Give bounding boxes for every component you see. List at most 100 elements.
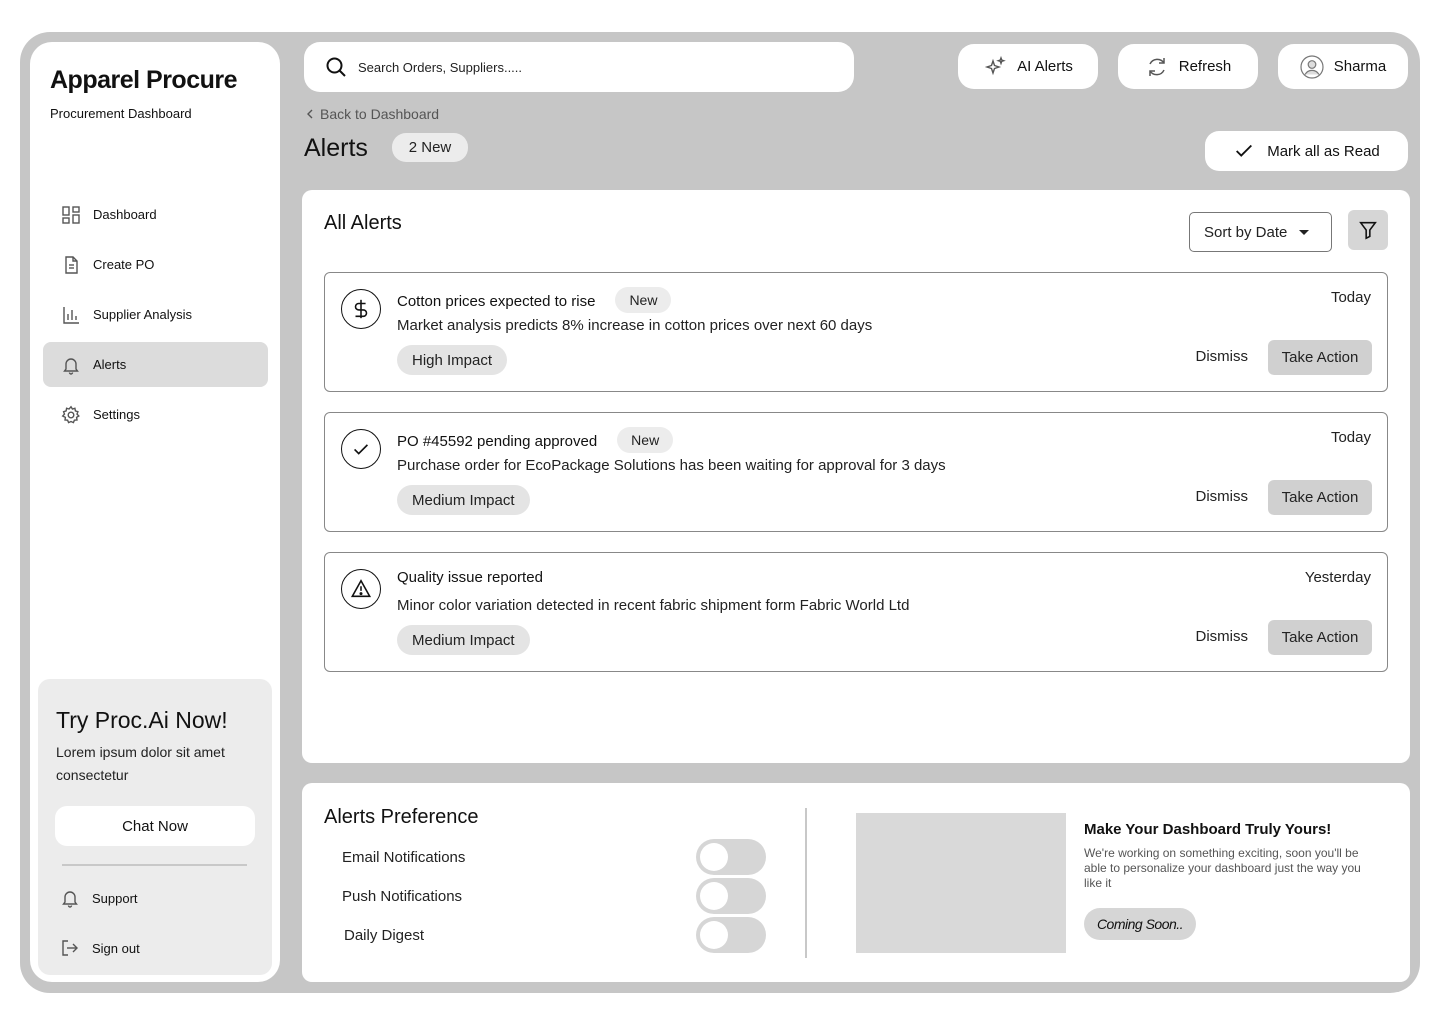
bell-icon xyxy=(63,357,79,375)
email-notifications-label: Email Notifications xyxy=(342,849,466,866)
alert-title-row: Cotton prices expected to rise New xyxy=(397,287,672,313)
alert-time: Yesterday xyxy=(1304,569,1371,586)
document-icon xyxy=(65,255,78,274)
page-title: Alerts xyxy=(304,134,368,162)
new-count-badge: 2 New xyxy=(392,133,468,162)
take-action-button[interactable]: Take Action xyxy=(1268,340,1372,375)
customize-title: Make Your Dashboard Truly Yours! xyxy=(1084,821,1332,838)
impact-badge: Medium Impact xyxy=(397,625,530,655)
sign-out-label: Sign out xyxy=(92,940,140,956)
sidebar-item-label: Alerts xyxy=(93,357,127,372)
alerts-preference-panel: Alerts Preference Email Notifications Pu… xyxy=(302,783,1410,982)
toggle-knob xyxy=(700,921,728,949)
user-name: Sharma xyxy=(1333,58,1387,75)
chat-now-button[interactable]: Chat Now xyxy=(55,806,255,846)
sidebar-item-label: Dashboard xyxy=(93,207,157,222)
new-badge: New xyxy=(615,287,672,313)
search-icon xyxy=(326,57,346,77)
alert-title: PO #45592 pending approved xyxy=(397,432,598,450)
search-bar[interactable] xyxy=(304,42,854,92)
sidebar-item-label: Create PO xyxy=(93,257,155,272)
dismiss-button[interactable]: Dismiss xyxy=(1196,488,1249,505)
filter-button[interactable] xyxy=(1348,210,1388,250)
email-notifications-toggle[interactable] xyxy=(696,839,766,875)
caret-down-icon xyxy=(1299,229,1310,235)
ai-alerts-label: AI Alerts xyxy=(1017,58,1073,75)
refresh-label: Refresh xyxy=(1178,58,1232,75)
sidebar-item-supplier-analysis[interactable]: Supplier Analysis xyxy=(43,292,268,337)
sign-out-link[interactable]: Sign out xyxy=(54,930,254,966)
alert-time: Today xyxy=(1330,289,1371,306)
push-notifications-label: Push Notifications xyxy=(342,888,463,905)
chevron-left-icon xyxy=(307,109,313,119)
brand-name: Apparel Procure xyxy=(50,66,238,94)
dismiss-button[interactable]: Dismiss xyxy=(1196,628,1249,645)
pref-title: Alerts Preference xyxy=(324,806,479,828)
alert-description: Market analysis predicts 8% increase in … xyxy=(397,317,873,334)
avatar-icon xyxy=(1300,54,1324,79)
refresh-button[interactable]: Refresh xyxy=(1118,44,1258,89)
toggle-knob xyxy=(700,882,728,910)
support-link[interactable]: Support xyxy=(54,880,254,916)
coming-soon-badge: Coming Soon.. xyxy=(1084,908,1196,940)
image-placeholder xyxy=(856,813,1066,953)
mark-all-read-label: Mark all as Read xyxy=(1267,142,1380,160)
panel-title: All Alerts xyxy=(324,212,402,234)
sidebar-item-label: Settings xyxy=(93,407,140,422)
brand-subtitle: Procurement Dashboard xyxy=(50,106,192,121)
alert-title-row: PO #45592 pending approved New xyxy=(397,427,674,453)
sort-dropdown[interactable]: Sort by Date xyxy=(1189,212,1332,252)
divider xyxy=(62,864,247,866)
daily-digest-toggle[interactable] xyxy=(696,917,766,953)
dashboard-icon xyxy=(62,205,80,224)
alert-title: Quality issue reported xyxy=(397,569,543,586)
alert-description: Minor color variation detected in recent… xyxy=(397,597,910,614)
check-icon xyxy=(1236,144,1253,157)
back-to-dashboard-link[interactable]: Back to Dashboard xyxy=(304,106,439,122)
search-input[interactable] xyxy=(358,59,798,75)
mark-all-read-button[interactable]: Mark all as Read xyxy=(1205,131,1408,171)
warning-icon xyxy=(341,569,381,609)
alert-title-row: Quality issue reported xyxy=(397,569,543,586)
gear-icon xyxy=(61,405,80,424)
support-label: Support xyxy=(92,890,138,906)
new-badge: New xyxy=(617,427,674,453)
sidebar-item-settings[interactable]: Settings xyxy=(43,392,268,437)
dismiss-button[interactable]: Dismiss xyxy=(1196,348,1249,365)
take-action-button[interactable]: Take Action xyxy=(1268,480,1372,515)
ai-alerts-button[interactable]: AI Alerts xyxy=(958,44,1098,89)
sidebar-item-label: Supplier Analysis xyxy=(93,307,192,322)
check-icon xyxy=(341,429,381,469)
back-label: Back to Dashboard xyxy=(320,106,440,122)
sort-label: Sort by Date xyxy=(1204,223,1288,241)
toggle-knob xyxy=(700,843,728,871)
refresh-icon xyxy=(1148,57,1165,76)
alert-description: Purchase order for EcoPackage Solutions … xyxy=(397,457,946,474)
alert-time: Today xyxy=(1330,429,1371,446)
bell-icon xyxy=(62,891,78,908)
alert-card: Cotton prices expected to rise New Marke… xyxy=(324,272,1388,392)
impact-badge: High Impact xyxy=(397,345,508,375)
alerts-panel: All Alerts Sort by Date Cotton prices ex… xyxy=(302,190,1410,763)
vertical-divider xyxy=(805,808,807,958)
proc-ai-promo: Try Proc.Ai Now! Lorem ipsum dolor sit a… xyxy=(38,679,272,975)
promo-title: Try Proc.Ai Now! xyxy=(56,707,228,733)
dollar-icon xyxy=(341,289,381,329)
filter-icon xyxy=(1359,221,1377,240)
sidebar-item-alerts[interactable]: Alerts xyxy=(43,342,268,387)
take-action-button[interactable]: Take Action xyxy=(1268,620,1372,655)
alert-card: PO #45592 pending approved New Purchase … xyxy=(324,412,1388,532)
alert-card: Quality issue reported Minor color varia… xyxy=(324,552,1388,672)
push-notifications-toggle[interactable] xyxy=(696,878,766,914)
promo-text: Lorem ipsum dolor sit amet consectetur xyxy=(56,744,225,783)
sidebar: Apparel Procure Procurement Dashboard Da… xyxy=(30,42,280,982)
sidebar-item-dashboard[interactable]: Dashboard xyxy=(43,192,268,237)
customize-text: We're working on something exciting, soo… xyxy=(1084,846,1361,890)
impact-badge: Medium Impact xyxy=(397,485,530,515)
sidebar-item-create-po[interactable]: Create PO xyxy=(43,242,268,287)
sparkle-icon xyxy=(984,55,1006,75)
user-menu[interactable]: Sharma xyxy=(1278,44,1408,89)
bar-chart-icon xyxy=(63,306,79,324)
alert-title: Cotton prices expected to rise xyxy=(397,292,596,310)
sign-out-icon xyxy=(62,940,78,956)
